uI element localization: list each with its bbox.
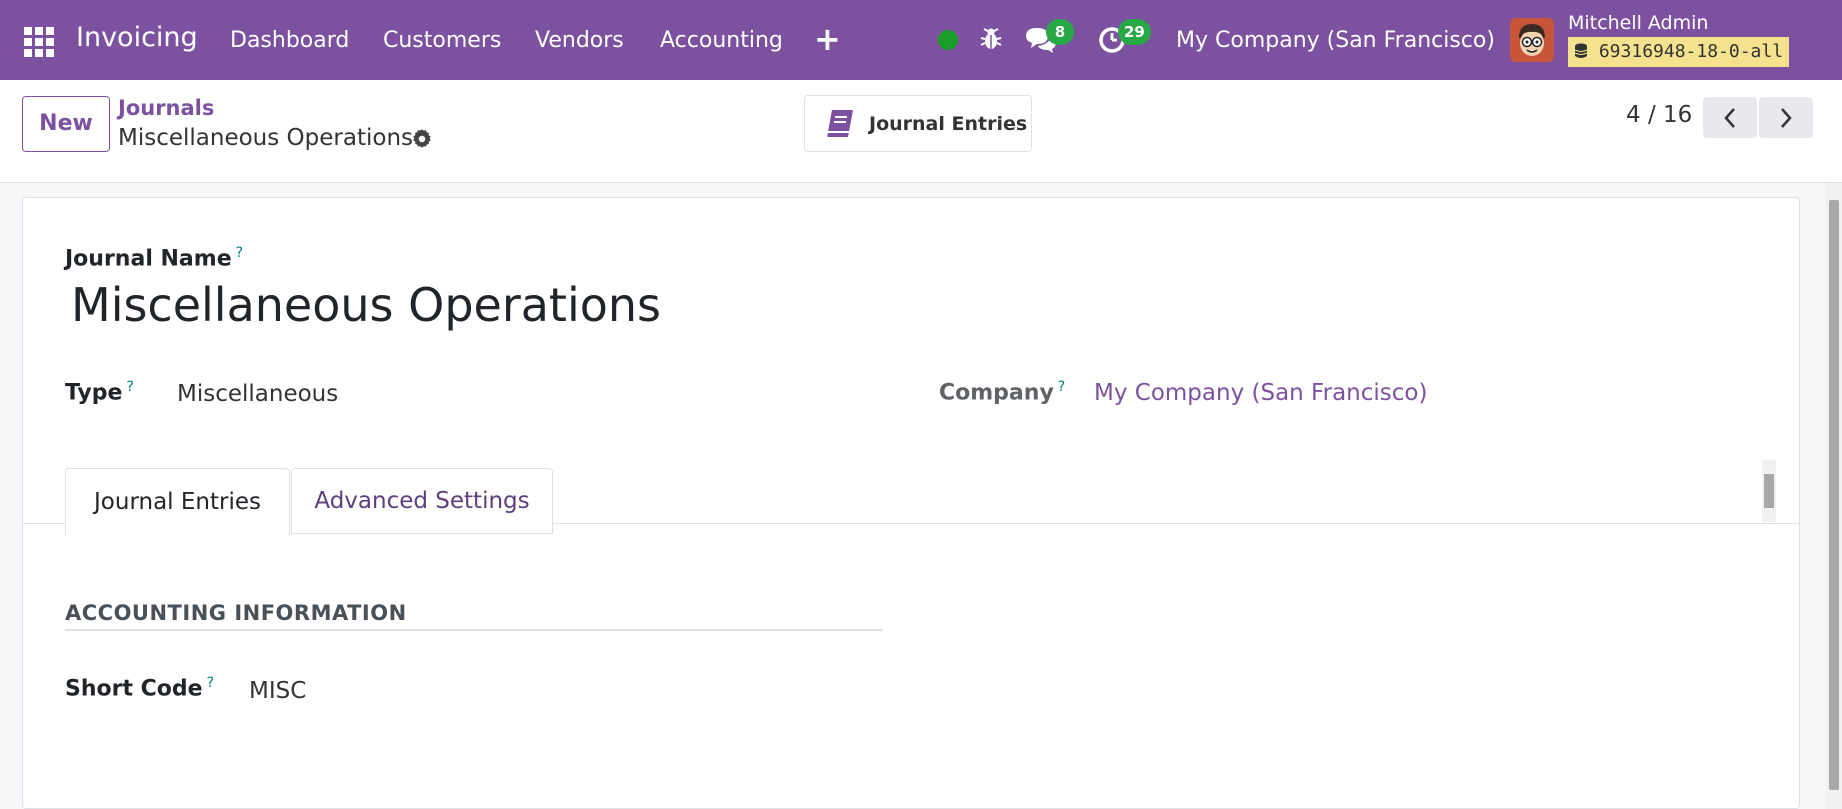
type-label-text: Type xyxy=(65,380,123,406)
journal-entries-smart-button[interactable]: Journal Entries xyxy=(804,95,1032,152)
control-panel: New Journals Miscellaneous Operations Jo… xyxy=(0,80,1842,183)
menu-vendors[interactable]: Vendors xyxy=(535,28,624,53)
journal-name-label-text: Journal Name xyxy=(65,246,232,272)
menu-customers[interactable]: Customers xyxy=(383,28,501,53)
messages-badge: 8 xyxy=(1046,19,1074,45)
company-switcher[interactable]: My Company (San Francisco) xyxy=(1176,28,1495,53)
type-label: Type? xyxy=(65,379,134,405)
section-title: ACCOUNTING INFORMATION xyxy=(65,601,407,625)
page-scrollbar[interactable] xyxy=(1826,183,1842,809)
short-code-help-icon[interactable]: ? xyxy=(207,675,214,691)
company-label-text: Company xyxy=(939,380,1054,406)
new-button[interactable]: New xyxy=(22,96,110,152)
breadcrumb-journals[interactable]: Journals xyxy=(118,96,214,120)
book-icon xyxy=(825,109,853,138)
apps-grid-icon[interactable] xyxy=(24,27,54,57)
company-help-icon[interactable]: ? xyxy=(1058,379,1065,395)
tab-journal-entries[interactable]: Journal Entries xyxy=(65,468,290,535)
short-code-field[interactable]: MISC xyxy=(249,678,306,704)
section-divider xyxy=(65,629,883,631)
online-status-icon xyxy=(938,30,958,50)
chevron-left-icon xyxy=(1724,107,1735,128)
database-icon xyxy=(1574,43,1588,58)
company-label: Company? xyxy=(939,379,1065,405)
top-navbar: Invoicing Dashboard Customers Vendors Ac… xyxy=(0,0,1842,80)
avatar[interactable] xyxy=(1510,18,1554,62)
type-field[interactable]: Miscellaneous xyxy=(177,381,338,407)
pager-previous-button[interactable] xyxy=(1703,97,1757,138)
company-field[interactable]: My Company (San Francisco) xyxy=(1094,380,1427,406)
menu-dashboard[interactable]: Dashboard xyxy=(230,28,349,53)
journal-name-help-icon[interactable]: ? xyxy=(236,245,243,261)
gear-icon[interactable] xyxy=(411,128,433,154)
journal-name-field[interactable]: Miscellaneous Operations xyxy=(71,278,661,332)
app-name[interactable]: Invoicing xyxy=(76,22,198,53)
pager-next-button[interactable] xyxy=(1759,97,1813,138)
breadcrumb-current: Miscellaneous Operations xyxy=(118,125,414,151)
menu-accounting[interactable]: Accounting xyxy=(660,28,783,53)
tabs-scrollbar[interactable] xyxy=(1762,460,1776,522)
tab-advanced-settings[interactable]: Advanced Settings xyxy=(291,468,553,534)
short-code-label-text: Short Code xyxy=(65,676,203,702)
form-sheet: Journal Name? Miscellaneous Operations T… xyxy=(22,197,1800,809)
short-code-label: Short Code? xyxy=(65,675,214,701)
type-help-icon[interactable]: ? xyxy=(126,379,133,395)
chevron-right-icon xyxy=(1781,107,1792,128)
database-name: 69316948-18-0-all xyxy=(1598,41,1784,62)
database-tag: 69316948-18-0-all xyxy=(1568,37,1790,67)
user-name[interactable]: Mitchell Admin xyxy=(1568,12,1708,34)
notebook-tabs: Journal Entries Advanced Settings xyxy=(23,458,1799,535)
activities-badge: 29 xyxy=(1118,19,1151,45)
bug-icon[interactable] xyxy=(980,26,1002,56)
plus-icon[interactable]: + xyxy=(814,20,841,58)
journal-name-label: Journal Name? xyxy=(65,245,243,271)
smart-button-label: Journal Entries xyxy=(869,112,1028,135)
pager-value[interactable]: 4 / 16 xyxy=(1626,102,1692,128)
